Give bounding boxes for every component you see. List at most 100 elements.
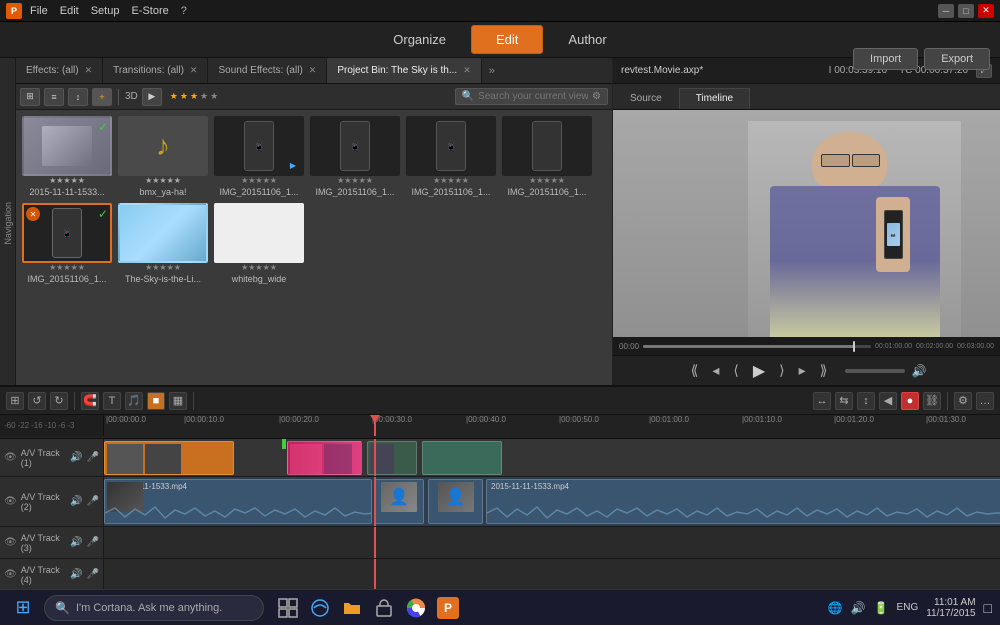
timeline-tool-color[interactable]: ■: [147, 392, 165, 410]
file-explorer-icon[interactable]: [338, 594, 366, 622]
track-3-body[interactable]: [104, 527, 1000, 558]
timeline-tool-grid[interactable]: ⊞: [6, 392, 24, 410]
close-icon[interactable]: ✕: [463, 65, 471, 76]
sort-button[interactable]: ↕: [68, 88, 88, 106]
import-button[interactable]: Import: [853, 48, 918, 70]
volume-icon[interactable]: 🔊: [911, 364, 926, 378]
timeline-tool-chain[interactable]: ⛓: [923, 392, 941, 410]
clip-long[interactable]: 2015-11-11-1533.mp4: [486, 479, 1000, 524]
timeline-tab[interactable]: Timeline: [679, 88, 750, 109]
3d-toggle[interactable]: ▶: [142, 88, 162, 106]
go-start-button[interactable]: ⟪: [687, 360, 703, 381]
menu-setup[interactable]: Setup: [91, 5, 120, 17]
timeline-scroll-left[interactable]: ◀: [879, 392, 897, 410]
track-1-body[interactable]: [104, 439, 1000, 476]
source-tab[interactable]: Source: [613, 88, 679, 109]
track-mute-icon[interactable]: 🎤: [87, 496, 99, 507]
help-icon[interactable]: ?: [181, 5, 187, 17]
timeline-tool-text[interactable]: T: [103, 392, 121, 410]
pinnacle-icon[interactable]: P: [434, 594, 462, 622]
close-icon[interactable]: ✕: [85, 65, 93, 76]
search-input[interactable]: [478, 91, 588, 102]
step-forward-button[interactable]: ⟩: [775, 360, 788, 381]
track-mute-icon[interactable]: 🎤: [87, 537, 99, 548]
clip[interactable]: 👤: [428, 479, 483, 524]
timeline-tool-audio[interactable]: 🎵: [125, 392, 143, 410]
close-icon[interactable]: ✕: [190, 65, 198, 76]
menu-file[interactable]: File: [30, 5, 48, 17]
close-button[interactable]: ✕: [978, 4, 994, 18]
timeline-tool-right1[interactable]: ↔: [813, 392, 831, 410]
track-speaker-icon[interactable]: 🔊: [70, 569, 82, 580]
timeline-record-button[interactable]: ●: [901, 392, 919, 410]
list-view-button[interactable]: ≡: [44, 88, 64, 106]
minimize-button[interactable]: ─: [938, 4, 954, 18]
prev-frame-button[interactable]: ◂: [708, 360, 723, 381]
go-end-button[interactable]: ⟫: [816, 360, 832, 381]
organize-tab[interactable]: Organize: [368, 25, 471, 54]
tab-add-button[interactable]: »: [482, 58, 502, 83]
track-mute-icon[interactable]: 🎤: [87, 452, 99, 463]
menu-edit[interactable]: Edit: [60, 5, 79, 17]
play-button[interactable]: ▶: [749, 359, 769, 383]
media-label: IMG_20151106_1...: [22, 274, 112, 284]
track-speaker-icon[interactable]: 🔊: [70, 496, 82, 507]
timeline-tool-undo[interactable]: ↺: [28, 392, 46, 410]
preview-scrubber[interactable]: 00:00 00:01:00.00 00:02:00.00 00:03:00.0…: [613, 337, 1000, 355]
timeline-tool-extra2[interactable]: …: [976, 392, 994, 410]
preview-progress-bar[interactable]: [643, 345, 871, 348]
taskbar-search[interactable]: 🔍 I'm Cortana. Ask me anything.: [44, 595, 264, 621]
clip[interactable]: 👤: [374, 479, 424, 524]
tab-transitions[interactable]: Transitions: (all) ✕: [103, 58, 208, 83]
clip[interactable]: [104, 441, 234, 475]
track-speaker-icon[interactable]: 🔊: [70, 537, 82, 548]
grid-view-button[interactable]: ⊞: [20, 88, 40, 106]
track-mute-icon[interactable]: 🎤: [87, 569, 99, 580]
timeline-tool-magnet[interactable]: 🧲: [81, 392, 99, 410]
tab-projectbin[interactable]: Project Bin: The Sky is th... ✕: [327, 58, 481, 83]
media-item[interactable]: 📱 ✓ ✕ ★★★★★ IMG_20151106_1...: [22, 203, 112, 284]
media-item[interactable]: ★★★★★ IMG_20151106_1...: [502, 116, 592, 197]
maximize-button[interactable]: □: [958, 4, 974, 18]
media-item[interactable]: ✓ ★★★★★ 2015-11-11-1533...: [22, 116, 112, 197]
task-view-button[interactable]: [274, 594, 302, 622]
start-button[interactable]: ⊞: [8, 593, 38, 623]
notification-icon[interactable]: □: [984, 600, 992, 616]
clip-main[interactable]: 2015-11-11-1533.mp4: [104, 479, 372, 524]
media-item[interactable]: 📱 ★★★★★ IMG_20151106_1...: [406, 116, 496, 197]
chrome-icon[interactable]: [402, 594, 430, 622]
media-item[interactable]: ★★★★★ The-Sky-is-the-Li...: [118, 203, 208, 284]
export-button[interactable]: Export: [924, 48, 990, 70]
next-frame-button[interactable]: ▸: [795, 360, 810, 381]
timeline-tool-menu[interactable]: ▦: [169, 392, 187, 410]
timeline-tool-right3[interactable]: ↕: [857, 392, 875, 410]
tab-soundfx[interactable]: Sound Effects: (all) ✕: [208, 58, 327, 83]
search-settings-icon[interactable]: ⚙: [592, 91, 601, 102]
step-back-button[interactable]: ⟨: [729, 360, 742, 381]
track-speaker-icon[interactable]: 🔊: [70, 452, 82, 463]
track-4-body[interactable]: [104, 559, 1000, 590]
track-eye-icon[interactable]: 👁: [4, 569, 17, 580]
timeline-tool-right2[interactable]: ⇆: [835, 392, 853, 410]
clip[interactable]: [422, 441, 502, 475]
timeline-tool-extra1[interactable]: ⚙: [954, 392, 972, 410]
tab-effects[interactable]: Effects: (all) ✕: [16, 58, 103, 83]
author-tab[interactable]: Author: [543, 25, 631, 54]
clip[interactable]: [287, 441, 362, 475]
media-item[interactable]: 📱 ★★★★★ IMG_20151106_1...: [310, 116, 400, 197]
media-item[interactable]: 📱 ▶ ★★★★★ IMG_20151106_1...: [214, 116, 304, 197]
media-item[interactable]: ★★★★★ whitebg_wide: [214, 203, 304, 284]
timeline-tool-redo[interactable]: ↻: [50, 392, 68, 410]
add-media-button[interactable]: +: [92, 88, 112, 106]
media-item[interactable]: ♪ ★★★★★ bmx_ya-ha!: [118, 116, 208, 197]
menu-estore[interactable]: E-Store: [131, 5, 168, 17]
edit-tab[interactable]: Edit: [471, 25, 543, 54]
edge-browser-icon[interactable]: [306, 594, 334, 622]
close-icon[interactable]: ✕: [309, 65, 317, 76]
track-eye-icon[interactable]: 👁: [4, 496, 17, 507]
track-eye-icon[interactable]: 👁: [4, 452, 17, 463]
store-icon[interactable]: [370, 594, 398, 622]
volume-slider[interactable]: [845, 369, 905, 373]
track-2-body[interactable]: 2015-11-11-1533.mp4 👤: [104, 477, 1000, 526]
track-eye-icon[interactable]: 👁: [4, 537, 17, 548]
